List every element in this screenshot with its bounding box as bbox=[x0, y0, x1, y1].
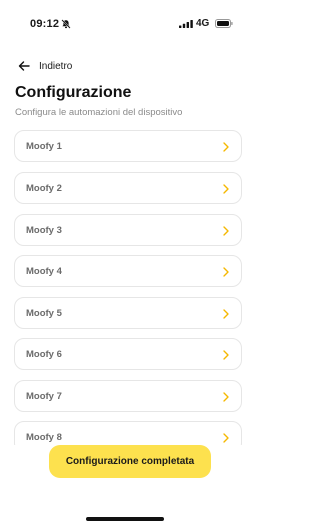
device-label: Moofy 8 bbox=[26, 432, 62, 443]
chevron-right-icon bbox=[223, 142, 229, 152]
network-label: 4G bbox=[196, 18, 210, 29]
back-label: Indietro bbox=[39, 60, 73, 72]
status-bar: 09:12 4G bbox=[0, 0, 250, 50]
device-label: Moofy 2 bbox=[26, 183, 62, 194]
bell-slash-icon bbox=[61, 19, 71, 29]
chevron-right-icon bbox=[223, 267, 229, 277]
device-label: Moofy 1 bbox=[26, 141, 62, 152]
status-time: 09:12 bbox=[30, 18, 60, 30]
page-title: Configurazione bbox=[15, 84, 132, 101]
page-subtitle: Configura le automazioni del dispositivo bbox=[15, 107, 183, 118]
device-item-moofy-7[interactable]: Moofy 7 bbox=[14, 380, 242, 412]
battery-icon bbox=[215, 19, 233, 28]
chevron-right-icon bbox=[223, 433, 229, 443]
device-label: Moofy 3 bbox=[26, 225, 62, 236]
signal-icon bbox=[179, 20, 193, 28]
device-item-moofy-3[interactable]: Moofy 3 bbox=[14, 214, 242, 246]
home-indicator[interactable] bbox=[86, 517, 164, 521]
device-item-moofy-8[interactable]: Moofy 8 bbox=[14, 421, 242, 445]
chevron-right-icon bbox=[223, 392, 229, 402]
device-list: Moofy 1 Moofy 2 Moofy 3 Moofy 4 Moofy 5 … bbox=[14, 130, 244, 445]
device-label: Moofy 6 bbox=[26, 349, 62, 360]
back-button[interactable]: Indietro bbox=[18, 56, 72, 76]
device-item-moofy-2[interactable]: Moofy 2 bbox=[14, 172, 242, 204]
device-item-moofy-6[interactable]: Moofy 6 bbox=[14, 338, 242, 370]
chevron-right-icon bbox=[223, 309, 229, 319]
chevron-right-icon bbox=[223, 226, 229, 236]
chevron-right-icon bbox=[223, 184, 229, 194]
device-label: Moofy 7 bbox=[26, 391, 62, 402]
device-item-moofy-4[interactable]: Moofy 4 bbox=[14, 255, 242, 287]
device-label: Moofy 4 bbox=[26, 266, 62, 277]
device-item-moofy-1[interactable]: Moofy 1 bbox=[14, 130, 242, 162]
device-label: Moofy 5 bbox=[26, 308, 62, 319]
complete-configuration-button[interactable]: Configurazione completata bbox=[49, 445, 211, 478]
chevron-right-icon bbox=[223, 350, 229, 360]
arrow-left-icon bbox=[18, 61, 30, 71]
device-item-moofy-5[interactable]: Moofy 5 bbox=[14, 297, 242, 329]
